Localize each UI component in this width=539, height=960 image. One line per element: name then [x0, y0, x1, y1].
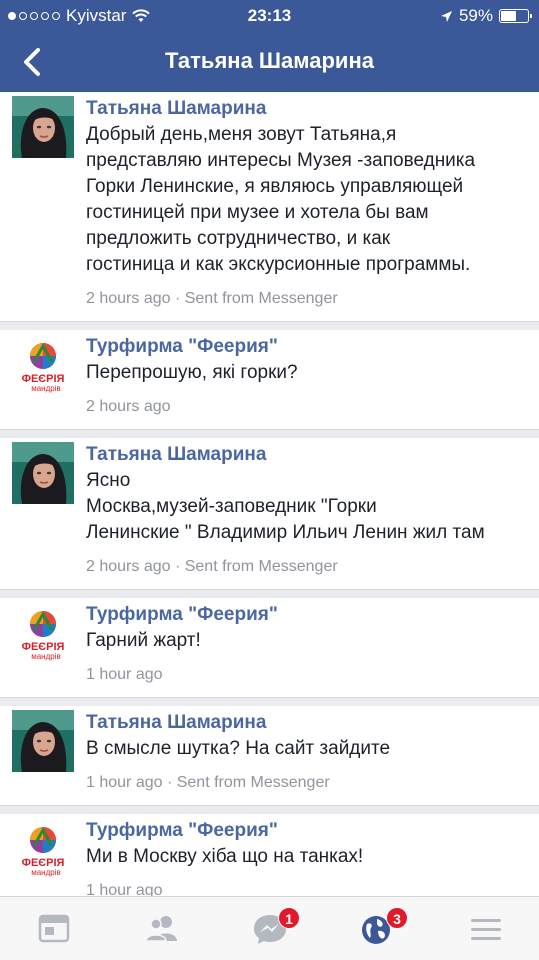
message-text-line: Гарний жарт!	[86, 630, 201, 651]
svg-text:мандрів: мандрів	[31, 384, 61, 393]
message-text-line: Москва,музей-заповедник "Горки	[86, 496, 377, 517]
page-title: Татьяна Шамарина	[165, 48, 374, 73]
tab-menu[interactable]	[466, 911, 506, 947]
message-author[interactable]: Татьяна Шамарина	[86, 98, 266, 120]
message-text-line: гостиница и как экскурсионные программы.	[86, 254, 471, 275]
friends-icon	[145, 916, 177, 942]
battery-icon	[499, 9, 532, 23]
svg-text:мандрів: мандрів	[31, 652, 61, 661]
message-item[interactable]: ФЕЄРІЯ мандрів Турфирма "Феерия" Ми в Москв…	[0, 814, 539, 896]
location-arrow-icon	[440, 10, 452, 22]
conversation-feed[interactable]: Татьяна Шамарина Добрый день,меня зовут Т…	[0, 92, 539, 896]
message-text-line: гостиницей при музее и хотела бы вам	[86, 202, 429, 223]
message-author[interactable]: Татьяна Шамарина	[86, 712, 266, 734]
message-text-line: Добрый день,меня зовут Татьяна,я	[86, 124, 397, 145]
message-author[interactable]: Турфирма "Феерия"	[86, 336, 278, 358]
message-text-line: Ми в Москву хіба що на танках!	[86, 846, 364, 867]
user-avatar[interactable]	[12, 96, 74, 158]
message-text-line: предложить сотрудничество, и как	[86, 228, 391, 249]
message-item[interactable]: Татьяна Шамарина Добрый день,меня зовут Т…	[0, 92, 539, 322]
message-author[interactable]: Татьяна Шамарина	[86, 444, 266, 466]
battery-status: 59%	[440, 6, 532, 26]
news-feed-icon	[38, 914, 70, 943]
message-meta: 2 hours ago · Sent from Messenger	[86, 290, 338, 307]
message-text-line: Перепрошую, які горки?	[86, 362, 298, 383]
user-avatar[interactable]	[12, 442, 74, 504]
tab-news-feed[interactable]	[34, 911, 74, 947]
status-bar: Kyivstar 23:13 59%	[0, 0, 539, 32]
messenger-badge: 1	[278, 907, 300, 929]
menu-icon	[471, 919, 501, 940]
navigation-bar: Татьяна Шамарина	[0, 32, 539, 92]
message-text-line: представляю интересы Музея -заповедника	[86, 150, 476, 171]
message-meta: 1 hour ago · Sent from Messenger	[86, 774, 330, 791]
message-meta: 2 hours ago · Sent from Messenger	[86, 558, 338, 575]
user-avatar[interactable]	[12, 710, 74, 772]
tab-messenger[interactable]: 1	[250, 907, 300, 947]
message-text-line: Ясно	[86, 470, 131, 491]
message-item[interactable]: ФЕЄРІЯ мандрів Турфирма "Феерия" Гарний жар…	[0, 598, 539, 698]
brand-logo-avatar[interactable]: ФЕЄРІЯ мандрів	[12, 602, 74, 664]
message-text-line: Горки Ленинские, я являюсь управляющей	[86, 176, 464, 197]
brand-logo-avatar[interactable]: ФЕЄРІЯ мандрів	[12, 334, 74, 396]
bottom-tab-bar: 1 3	[0, 896, 539, 960]
message-meta: 2 hours ago	[86, 398, 171, 415]
message-item[interactable]: ФЕЄРІЯ мандрів Турфирма "Феерия" Перепрошую…	[0, 330, 539, 430]
message-item[interactable]: Татьяна Шамарина Ясно Москва,музей-заповед…	[0, 438, 539, 590]
message-author[interactable]: Турфирма "Феерия"	[86, 820, 278, 842]
message-text-line: В смысле шутка? На сайт зайдите	[86, 738, 391, 759]
tab-notifications[interactable]: 3	[358, 907, 408, 947]
message-item[interactable]: Татьяна Шамарина В смысле шутка? На сайт …	[0, 706, 539, 806]
message-text-line: Ленинские " Владимир Ильич Ленин жил там	[86, 522, 485, 543]
brand-logo-avatar[interactable]: ФЕЄРІЯ мандрів	[12, 818, 74, 880]
message-author[interactable]: Турфирма "Феерия"	[86, 604, 278, 626]
notifications-badge: 3	[386, 907, 408, 929]
message-meta: 1 hour ago	[86, 882, 163, 896]
tab-friends[interactable]	[142, 911, 182, 947]
message-meta: 1 hour ago	[86, 666, 163, 683]
svg-text:мандрів: мандрів	[31, 868, 61, 877]
battery-percent: 59%	[458, 6, 493, 25]
